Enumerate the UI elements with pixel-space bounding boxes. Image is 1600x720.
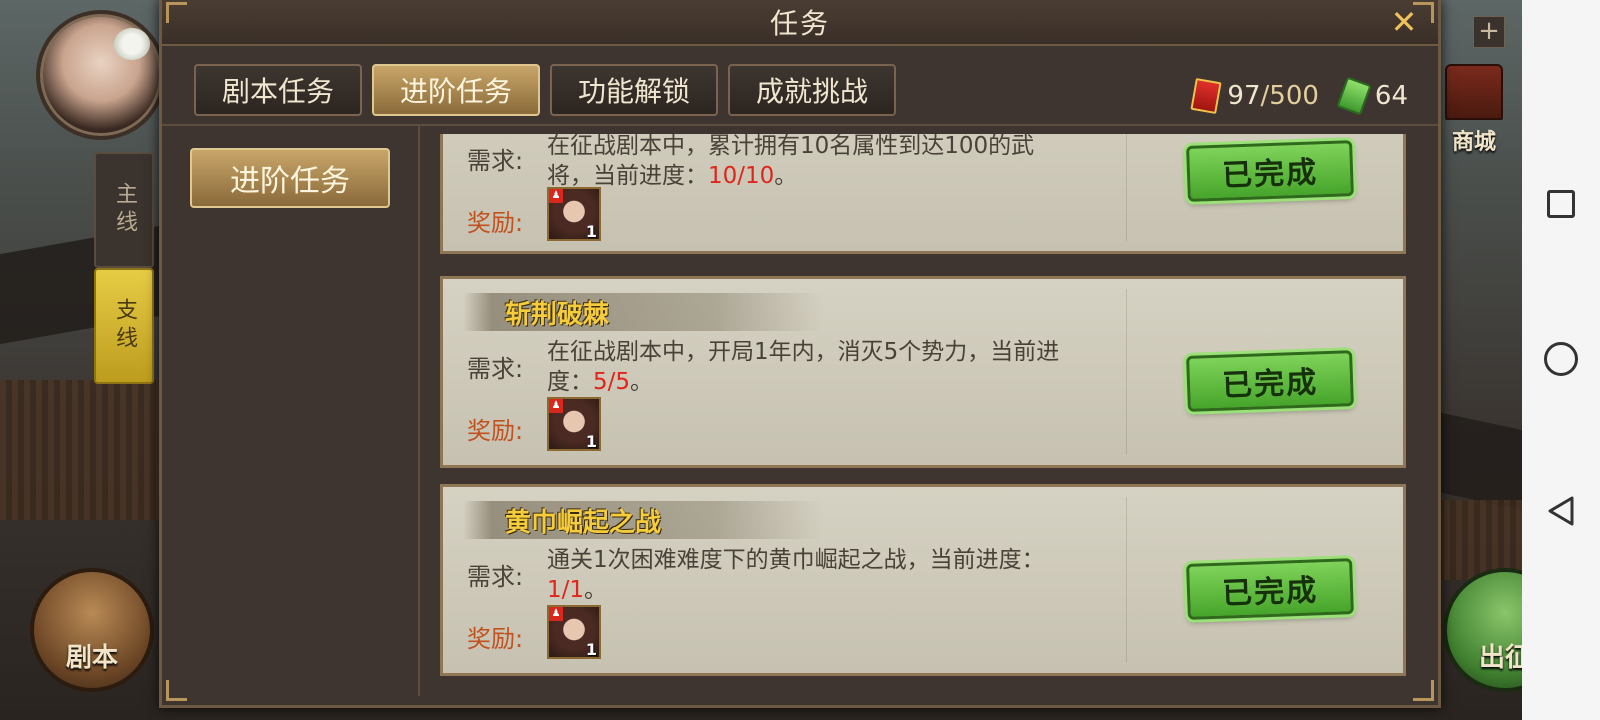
sub-tab-advanced[interactable]: 进阶任务 <box>190 148 390 208</box>
general-badge-icon: ♟ <box>549 607 563 621</box>
task-card: 黄巾崛起之战 需求: 通关1次困难难度下的黄巾崛起之战，当前进度： 1/1。 奖励… <box>440 484 1406 676</box>
sub-tab-pane: 进阶任务 <box>162 126 418 696</box>
add-button[interactable]: + <box>1473 16 1505 48</box>
script-button[interactable]: 剧本 <box>30 568 154 692</box>
tab-advanced-tasks[interactable]: 进阶任务 <box>372 64 540 116</box>
requirement-label: 需求: <box>467 355 524 383</box>
task-tabs: 剧本任务 进阶任务 功能解锁 成就挑战 <box>194 64 896 116</box>
task-dialog: 任务 ✕ 剧本任务 进阶任务 功能解锁 成就挑战 97/500 64 进阶任务 … <box>159 0 1441 708</box>
task-list[interactable]: 需求: 在征战剧本中，累计拥有10名属性到达100的武将，当前进度：10/10。… <box>440 134 1406 680</box>
corner-ornament <box>1413 2 1434 23</box>
requirement-text: 通关1次困难难度下的黄巾崛起之战，当前进度： 1/1。 <box>547 545 1067 605</box>
reward-general-portrait[interactable]: ♟ 1 <box>547 605 601 659</box>
requirement-text: 在征战剧本中，开局1年内，消灭5个势力，当前进度：5/5。 <box>547 337 1067 397</box>
token-book-icon <box>1190 77 1223 115</box>
flower-icon <box>114 28 150 60</box>
requirement-tail: 。 <box>630 369 654 395</box>
requirement-tail: 。 <box>584 577 608 603</box>
progress-value: 5/5 <box>593 369 631 395</box>
general-badge-icon: ♟ <box>549 399 563 413</box>
reward-general-portrait[interactable]: ♟ 1 <box>547 397 601 451</box>
general-badge-icon: ♟ <box>549 189 563 203</box>
tab-script-tasks[interactable]: 剧本任务 <box>194 64 362 116</box>
requirement-tail: 。 <box>774 163 798 189</box>
reward-quantity: 1 <box>585 222 597 241</box>
reward-general-portrait[interactable]: ♟ 1 <box>547 187 601 241</box>
reward-quantity: 1 <box>585 640 597 659</box>
shop-building-icon <box>1445 64 1503 120</box>
progress-value: 10/10 <box>708 163 775 189</box>
shop-button[interactable]: 商城 <box>1444 64 1504 155</box>
progress-value: 1/1 <box>547 577 585 603</box>
task-title: 斩荆破棘 <box>463 293 823 331</box>
android-nav-bar <box>1522 0 1600 720</box>
jade-icon <box>1336 76 1372 116</box>
script-button-label: 剧本 <box>65 643 118 673</box>
corner-ornament <box>1413 680 1434 701</box>
completed-stamp: 已完成 <box>1186 558 1354 620</box>
reward-label: 奖励: <box>467 209 524 237</box>
jade-count: 64 <box>1374 81 1408 111</box>
reward-label: 奖励: <box>467 625 524 653</box>
token-count: 97 <box>1227 81 1261 111</box>
currency-bar: 97/500 64 <box>1190 76 1408 116</box>
task-card: 斩荆破棘 需求: 在征战剧本中，开局1年内，消灭5个势力，当前进度：5/5。 奖… <box>440 276 1406 468</box>
reward-label: 奖励: <box>467 417 524 445</box>
dialog-title: 任务 <box>769 7 830 40</box>
side-tab-main[interactable]: 主线 <box>94 152 154 268</box>
shop-label: 商城 <box>1451 130 1496 155</box>
home-icon[interactable] <box>1544 342 1578 376</box>
tab-achievements[interactable]: 成就挑战 <box>728 64 896 116</box>
side-tab-branch[interactable]: 支线 <box>94 268 154 384</box>
token-limit: /500 <box>1260 81 1319 111</box>
player-avatar[interactable] <box>36 10 166 140</box>
reward-quantity: 1 <box>585 432 597 451</box>
tab-feature-unlock[interactable]: 功能解锁 <box>550 64 718 116</box>
back-icon[interactable] <box>1544 494 1578 528</box>
completed-stamp: 已完成 <box>1186 140 1354 202</box>
requirement-text: 在征战剧本中，累计拥有10名属性到达100的武将，当前进度：10/10。 <box>547 134 1067 191</box>
requirement-label: 需求: <box>467 147 524 175</box>
requirement-label: 需求: <box>467 563 524 591</box>
dialog-title-bar: 任务 <box>162 0 1438 46</box>
task-card: 需求: 在征战剧本中，累计拥有10名属性到达100的武将，当前进度：10/10。… <box>440 134 1406 254</box>
completed-stamp: 已完成 <box>1186 350 1354 412</box>
requirement-body: 通关1次困难难度下的黄巾崛起之战，当前进度： <box>547 547 1045 573</box>
recent-apps-icon[interactable] <box>1547 190 1575 218</box>
corner-ornament <box>166 2 187 23</box>
pane-divider <box>418 126 420 696</box>
task-title: 黄巾崛起之战 <box>463 501 823 539</box>
